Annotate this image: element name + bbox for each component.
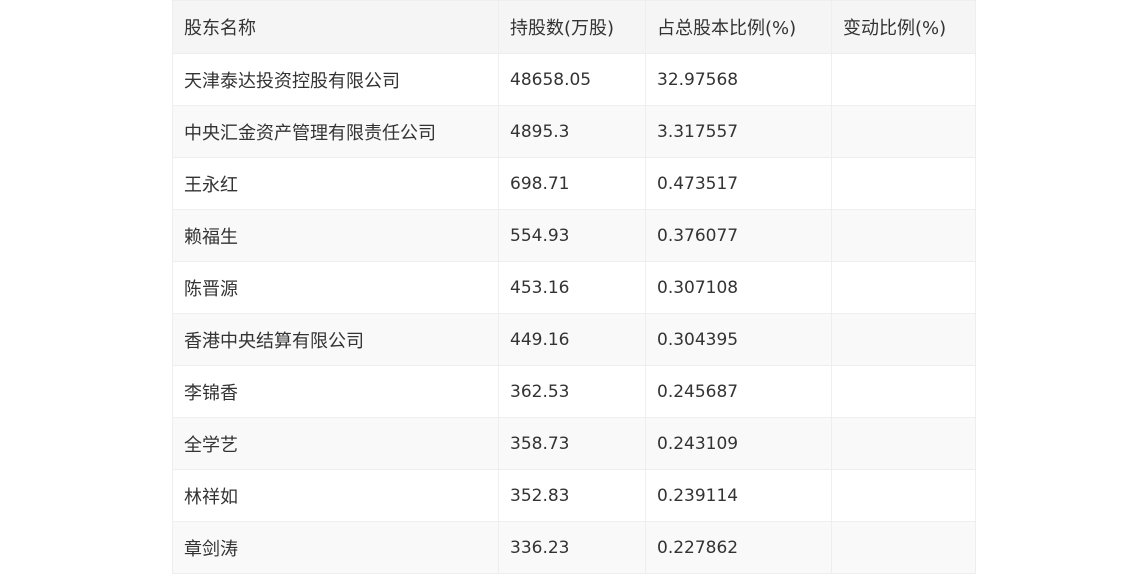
header-share-ratio: 占总股本比例(%) xyxy=(645,0,832,54)
table-row: 林祥如 352.83 0.239114 xyxy=(172,469,976,522)
shares-held-cell: 48658.05 xyxy=(498,53,646,106)
shares-held-cell: 449.16 xyxy=(498,313,646,366)
shareholder-name-cell: 林祥如 xyxy=(172,469,499,522)
table-row: 中央汇金资产管理有限责任公司 4895.3 3.317557 xyxy=(172,105,976,158)
shareholders-table-container: 股东名称 持股数(万股) 占总股本比例(%) 变动比例(%) 天津泰达投资控股有… xyxy=(172,0,976,574)
share-ratio-cell: 0.376077 xyxy=(645,209,832,262)
change-ratio-cell xyxy=(831,209,976,262)
header-change-ratio: 变动比例(%) xyxy=(831,0,976,54)
table-header-row: 股东名称 持股数(万股) 占总股本比例(%) 变动比例(%) xyxy=(172,0,976,54)
shareholder-name-cell: 中央汇金资产管理有限责任公司 xyxy=(172,105,499,158)
change-ratio-cell xyxy=(831,53,976,106)
change-ratio-cell xyxy=(831,313,976,366)
header-shareholder-name: 股东名称 xyxy=(172,0,499,54)
table-row: 天津泰达投资控股有限公司 48658.05 32.97568 xyxy=(172,53,976,106)
change-ratio-cell xyxy=(831,469,976,522)
share-ratio-cell: 0.307108 xyxy=(645,261,832,314)
shares-held-cell: 336.23 xyxy=(498,521,646,574)
share-ratio-cell: 0.304395 xyxy=(645,313,832,366)
change-ratio-cell xyxy=(831,365,976,418)
share-ratio-cell: 3.317557 xyxy=(645,105,832,158)
share-ratio-cell: 32.97568 xyxy=(645,53,832,106)
table-row: 王永红 698.71 0.473517 xyxy=(172,157,976,210)
shareholder-name-cell: 香港中央结算有限公司 xyxy=(172,313,499,366)
shares-held-cell: 453.16 xyxy=(498,261,646,314)
table-row: 全学艺 358.73 0.243109 xyxy=(172,417,976,470)
shareholder-name-cell: 王永红 xyxy=(172,157,499,210)
table-row: 香港中央结算有限公司 449.16 0.304395 xyxy=(172,313,976,366)
share-ratio-cell: 0.239114 xyxy=(645,469,832,522)
change-ratio-cell xyxy=(831,157,976,210)
share-ratio-cell: 0.473517 xyxy=(645,157,832,210)
shareholder-name-cell: 天津泰达投资控股有限公司 xyxy=(172,53,499,106)
shares-held-cell: 352.83 xyxy=(498,469,646,522)
shares-held-cell: 698.71 xyxy=(498,157,646,210)
change-ratio-cell xyxy=(831,261,976,314)
shareholder-name-cell: 赖福生 xyxy=(172,209,499,262)
change-ratio-cell xyxy=(831,417,976,470)
shareholder-name-cell: 李锦香 xyxy=(172,365,499,418)
shares-held-cell: 4895.3 xyxy=(498,105,646,158)
table-row: 陈晋源 453.16 0.307108 xyxy=(172,261,976,314)
table-row: 章剑涛 336.23 0.227862 xyxy=(172,521,976,574)
header-shares-held: 持股数(万股) xyxy=(498,0,646,54)
change-ratio-cell xyxy=(831,105,976,158)
share-ratio-cell: 0.227862 xyxy=(645,521,832,574)
shareholder-name-cell: 章剑涛 xyxy=(172,521,499,574)
share-ratio-cell: 0.243109 xyxy=(645,417,832,470)
change-ratio-cell xyxy=(831,521,976,574)
shareholder-name-cell: 全学艺 xyxy=(172,417,499,470)
shares-held-cell: 358.73 xyxy=(498,417,646,470)
shares-held-cell: 362.53 xyxy=(498,365,646,418)
table-row: 李锦香 362.53 0.245687 xyxy=(172,365,976,418)
table-row: 赖福生 554.93 0.376077 xyxy=(172,209,976,262)
share-ratio-cell: 0.245687 xyxy=(645,365,832,418)
shareholders-table: 股东名称 持股数(万股) 占总股本比例(%) 变动比例(%) 天津泰达投资控股有… xyxy=(172,0,976,574)
shareholder-name-cell: 陈晋源 xyxy=(172,261,499,314)
shares-held-cell: 554.93 xyxy=(498,209,646,262)
